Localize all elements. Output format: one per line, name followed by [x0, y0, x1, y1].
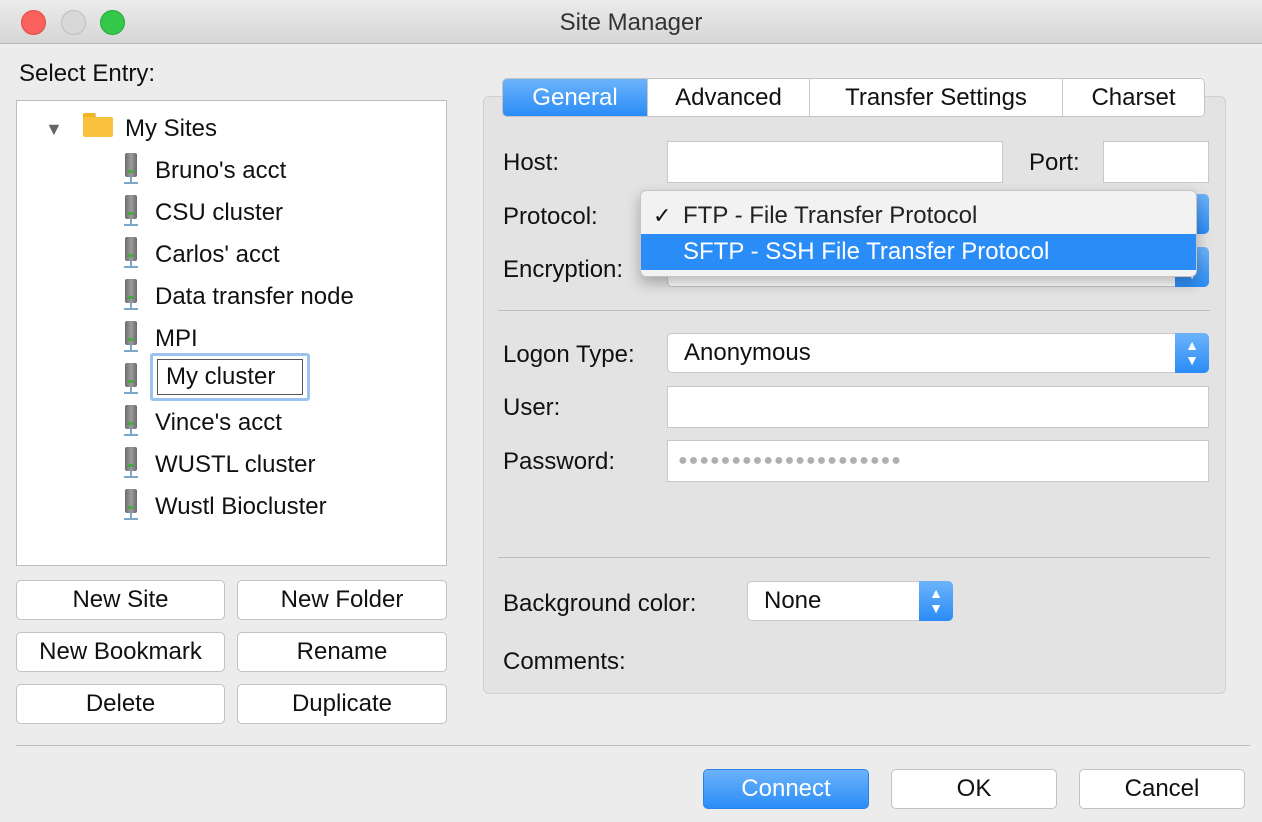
site-label: Data transfer node [155, 283, 354, 310]
server-icon [123, 321, 139, 353]
password-input[interactable] [668, 441, 1208, 481]
checkmark-icon: ✓ [653, 203, 672, 228]
user-input[interactable] [668, 387, 1208, 427]
divider [498, 310, 1210, 311]
password-label: Password: [503, 448, 616, 475]
server-icon [123, 447, 139, 479]
port-label: Port: [1029, 149, 1080, 176]
background-color-select[interactable]: None ▲ ▼ [747, 581, 953, 621]
host-label: Host: [503, 149, 560, 176]
rename-input[interactable] [158, 360, 302, 394]
site-label: Vince's acct [155, 409, 282, 436]
tab-transfer-settings[interactable]: Transfer Settings [810, 79, 1063, 116]
folder-icon [83, 113, 113, 137]
footer-divider [16, 745, 1250, 746]
site-label: Bruno's acct [155, 157, 287, 184]
disclosure-triangle-icon[interactable]: ▼ [45, 119, 63, 140]
tree-folder-label: My Sites [125, 115, 218, 142]
protocol-option-label: FTP - File Transfer Protocol [683, 202, 978, 229]
tab-general[interactable]: General [503, 79, 648, 116]
protocol-option-sftp[interactable]: SFTP - SSH File Transfer Protocol [641, 234, 1196, 270]
window-title: Site Manager [559, 9, 703, 36]
select-stepper-icon: ▲▼ [1175, 333, 1209, 373]
new-site-button[interactable]: New Site [16, 580, 225, 620]
rename-field-focus-ring [150, 353, 310, 401]
protocol-option-ftp[interactable]: ✓ FTP - File Transfer Protocol [641, 198, 1196, 234]
server-icon [123, 279, 139, 311]
new-folder-button[interactable]: New Folder [237, 580, 447, 620]
site-manager-window: Site Manager Select Entry: ▼ My Sites Br… [0, 0, 1262, 822]
cancel-button[interactable]: Cancel [1079, 769, 1245, 809]
server-icon [123, 153, 139, 185]
rename-button[interactable]: Rename [237, 632, 447, 672]
background-color-value: None [764, 587, 822, 614]
host-field[interactable] [667, 141, 1003, 183]
ok-button[interactable]: OK [891, 769, 1057, 809]
delete-button[interactable]: Delete [16, 684, 225, 724]
port-input[interactable] [1104, 142, 1208, 182]
title-bar[interactable]: Site Manager [0, 0, 1262, 44]
password-field[interactable] [667, 440, 1209, 482]
logon-type-value: Anonymous [684, 339, 811, 366]
site-tree[interactable]: ▼ My Sites Bruno's acct CSU cluster Carl… [16, 100, 447, 566]
new-bookmark-button[interactable]: New Bookmark [16, 632, 225, 672]
site-label: Carlos' acct [155, 241, 280, 268]
site-label: WUSTL cluster [155, 451, 316, 478]
user-label: User: [503, 394, 561, 421]
protocol-label: Protocol: [503, 203, 598, 230]
host-input[interactable] [668, 142, 1002, 182]
server-icon [123, 363, 139, 395]
rename-field[interactable] [157, 359, 303, 395]
connect-button[interactable]: Connect [703, 769, 869, 809]
port-field[interactable] [1103, 141, 1209, 183]
tab-charset[interactable]: Charset [1063, 79, 1204, 116]
site-label: MPI [155, 325, 198, 352]
duplicate-button[interactable]: Duplicate [237, 684, 447, 724]
divider [498, 557, 1210, 558]
select-stepper-icon: ▲▼ [919, 581, 953, 621]
protocol-dropdown-menu: ✓ FTP - File Transfer Protocol SFTP - SS… [640, 190, 1197, 277]
server-icon [123, 489, 139, 521]
logon-type-label: Logon Type: [503, 341, 635, 368]
tab-advanced[interactable]: Advanced [648, 79, 810, 116]
background-color-label: Background color: [503, 590, 697, 617]
logon-type-select[interactable]: Anonymous ▲ ▼ [667, 333, 1209, 373]
comments-label: Comments: [503, 648, 626, 675]
user-field[interactable] [667, 386, 1209, 428]
protocol-option-label: SFTP - SSH File Transfer Protocol [683, 238, 1050, 265]
server-icon [123, 237, 139, 269]
site-label: CSU cluster [155, 199, 284, 226]
tab-bar: General Advanced Transfer Settings Chars… [502, 78, 1205, 117]
tree-item-my-sites[interactable]: My Sites [125, 111, 217, 147]
encryption-label: Encryption: [503, 256, 624, 283]
select-entry-label: Select Entry: [19, 60, 156, 87]
site-label: Wustl Biocluster [155, 493, 327, 520]
server-icon [123, 195, 139, 227]
server-icon [123, 405, 139, 437]
